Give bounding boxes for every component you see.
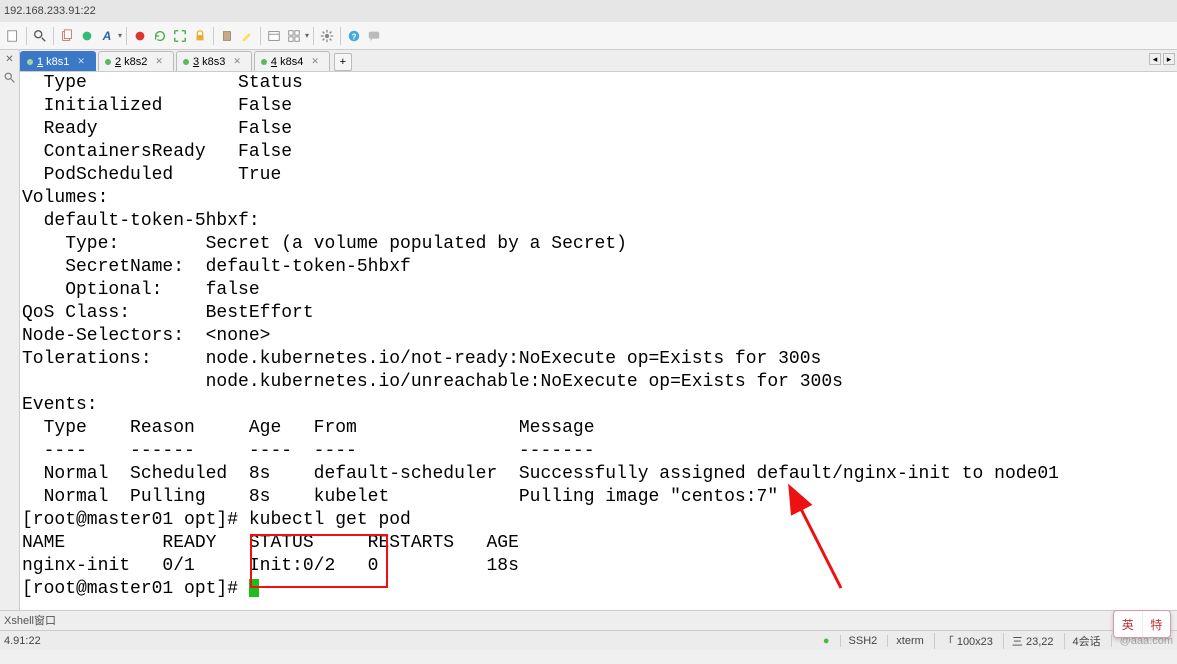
tab-k8s2[interactable]: 2 k8s2 ✕ (98, 51, 174, 71)
search-icon[interactable] (31, 27, 49, 45)
status-term: xterm (887, 635, 924, 647)
ime-lang-b: 特 (1142, 611, 1171, 637)
new-icon[interactable] (4, 27, 22, 45)
tab-close-icon[interactable]: ✕ (155, 56, 163, 67)
status-dot-icon (27, 59, 33, 65)
terminal-cursor (249, 579, 259, 597)
close-panel-icon[interactable]: ✕ (5, 54, 13, 65)
tab-scroll-left-icon[interactable]: ◂ (1149, 53, 1161, 65)
tab-scroll-right-icon[interactable]: ▸ (1163, 53, 1175, 65)
lock-icon[interactable] (191, 27, 209, 45)
fullscreen-icon[interactable] (171, 27, 189, 45)
tab-k8s1[interactable]: 1 k8s1 ✕ (20, 51, 96, 71)
tab-label: 3 k8s3 (193, 56, 225, 68)
tab-label: 1 k8s1 (37, 56, 69, 68)
panel-title: Xshell窗口 (0, 610, 1177, 630)
tab-k8s3[interactable]: 3 k8s3 ✕ (176, 51, 252, 71)
highlight-box (250, 534, 388, 588)
tab-close-icon[interactable]: ✕ (77, 56, 85, 67)
layout-icon[interactable] (285, 27, 303, 45)
tab-label: 2 k8s2 (115, 56, 147, 68)
title-bar: 192.168.233.91:22 (0, 0, 1177, 22)
copy-icon[interactable] (58, 27, 76, 45)
status-dot-icon (105, 59, 111, 65)
font-icon[interactable]: A (98, 27, 116, 45)
tab-close-icon[interactable]: ✕ (311, 56, 319, 67)
disconnect-icon[interactable] (131, 27, 149, 45)
status-dot-icon (183, 59, 189, 65)
reconnect-icon[interactable] (151, 27, 169, 45)
status-sessions: 4会话 (1064, 633, 1101, 649)
ime-lang-a: 英 (1114, 611, 1142, 637)
status-led: ● (815, 635, 830, 647)
status-ssh: SSH2 (840, 635, 878, 647)
status-size: 「 100x23 (934, 633, 993, 649)
tab-scroll-nav: ◂ ▸ (1149, 53, 1175, 65)
left-gutter: ✕ (0, 50, 20, 610)
properties-icon[interactable] (78, 27, 96, 45)
highlight-icon[interactable] (238, 27, 256, 45)
tab-k8s4[interactable]: 4 k8s4 ✕ (254, 51, 330, 71)
tab-label: 4 k8s4 (271, 56, 303, 68)
annotation-arrow (20, 72, 1177, 610)
terminal-output[interactable]: Type Status Initialized False Ready Fals… (20, 72, 1177, 610)
status-bar: 4.91:22 ● SSH2 xterm 「 100x23 三 23,22 4会… (0, 630, 1177, 650)
tab-bar: 1 k8s1 ✕ 2 k8s2 ✕ 3 k8s3 ✕ 4 k8s4 ✕ + ◂ ▸ (20, 50, 1177, 72)
gear-icon[interactable] (318, 27, 336, 45)
status-dot-icon (261, 59, 267, 65)
tab-close-icon[interactable]: ✕ (233, 56, 241, 67)
ime-popup[interactable]: 英 特 (1113, 610, 1171, 638)
add-tab-button[interactable]: + (334, 53, 352, 71)
script-icon[interactable] (265, 27, 283, 45)
toolbar: A ▾ ▾ ? (0, 22, 1177, 50)
help-icon[interactable]: ? (345, 27, 363, 45)
sessions-icon[interactable] (3, 71, 17, 88)
svg-text:?: ? (352, 32, 357, 41)
status-pos: 三 23,22 (1003, 633, 1054, 649)
chat-icon[interactable] (365, 27, 383, 45)
paste-icon[interactable] (218, 27, 236, 45)
status-host: 4.91:22 (4, 635, 41, 647)
